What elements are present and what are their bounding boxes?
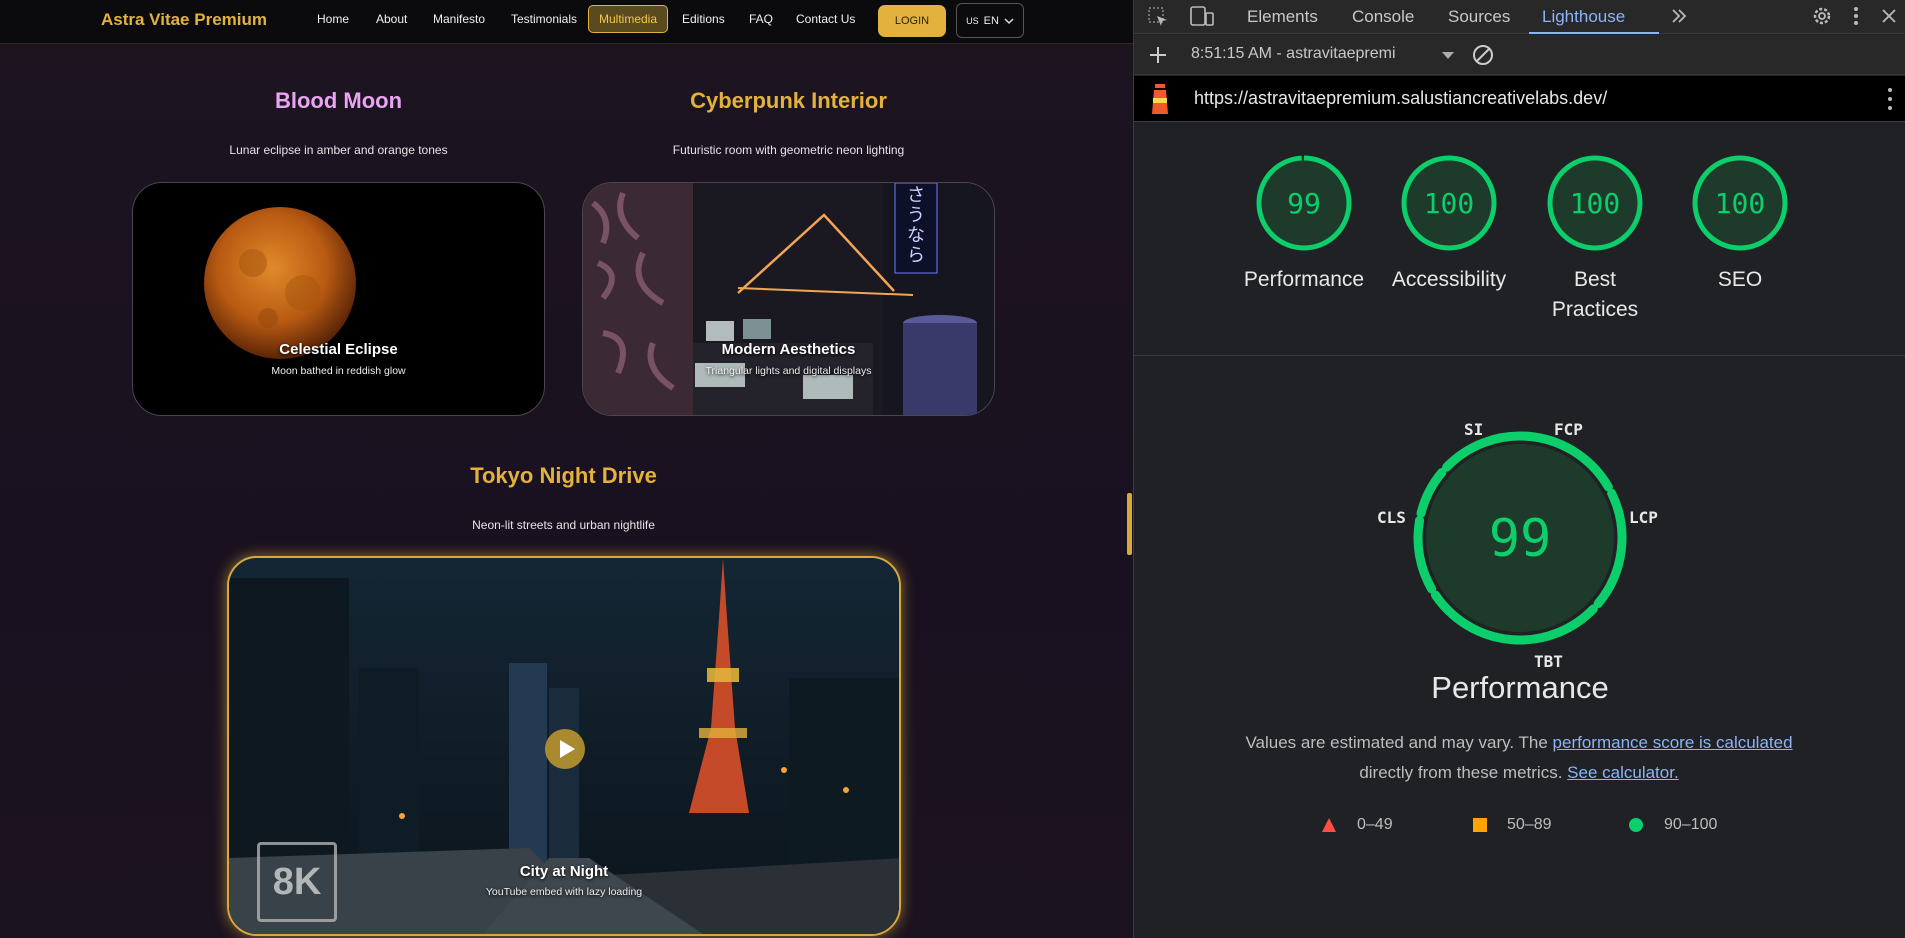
score-value: 100 [1570,187,1621,220]
note-text: Values are estimated and may vary. The [1245,733,1553,752]
performance-score-link[interactable]: performance score is calculated [1553,733,1793,752]
login-button[interactable]: LOGIN [878,5,946,37]
tab-console[interactable]: Console [1352,7,1414,27]
section-subtitle-blood-moon: Lunar eclipse in amber and orange tones [229,143,448,157]
score-value: 100 [1715,187,1766,220]
pass-circle-icon [1629,818,1643,832]
average-square-icon [1473,818,1487,832]
divider [1134,355,1905,356]
devtools-panel: Elements Console Sources Lighthouse 8:51… [1133,0,1905,938]
flag-icon: US [966,15,979,26]
performance-title: Performance [1431,670,1609,705]
legend-average: 50–89 [1507,816,1552,833]
report-url-bar: https://astravitaepremium.salustiancreat… [1134,76,1905,122]
cyberpunk-card[interactable]: さうなら Modern Aesthetics Triangular lights… [582,182,995,416]
note-text-2: directly from these metrics. [1359,763,1563,782]
audited-url[interactable]: https://astravitaepremium.salustiancreat… [1194,88,1607,109]
kebab-menu-icon[interactable] [1851,4,1861,28]
card-title: City at Night [519,863,609,880]
more-tabs-icon[interactable] [1669,6,1689,26]
nav-home[interactable]: Home [317,12,349,26]
cyberpunk-room-image: さうなら [583,183,994,415]
score-gauge-seo[interactable]: 100 [1690,153,1790,253]
score-label: Performance [1243,268,1365,291]
brand-logo[interactable]: Astra Vitae Premium [101,10,267,30]
score-note: Values are estimated and may vary. The p… [1194,728,1844,788]
lighthouse-toolbar: 8:51:15 AM - astravitaepremi [1134,35,1905,75]
score-label: Accessibility [1391,268,1507,291]
blood-moon-card[interactable]: Celestial Eclipse Moon bathed in reddish… [132,182,545,416]
play-button-icon[interactable] [544,728,586,770]
report-selector[interactable]: 8:51:15 AM - astravitaepremi [1191,45,1396,63]
score-value: 100 [1424,187,1475,220]
plus-icon[interactable] [1147,44,1169,66]
devtools-tab-bar: Elements Console Sources Lighthouse [1134,0,1905,34]
nav-about[interactable]: About [376,12,407,26]
tab-lighthouse[interactable]: Lighthouse [1542,7,1625,27]
url-menu-icon[interactable] [1886,84,1894,114]
settings-gear-icon[interactable] [1810,4,1834,28]
card-subtitle: Triangular lights and digital displays [705,365,872,377]
metric-tbt: TBT [1534,652,1563,671]
metric-cls: CLS [1377,508,1406,527]
section-title-cyberpunk: Cyberpunk Interior [690,88,887,113]
tab-sources[interactable]: Sources [1448,7,1510,27]
language-selector[interactable]: US EN [956,3,1024,38]
score-gauge-best-practices[interactable]: 100 [1545,153,1645,253]
metric-fcp: FCP [1554,420,1583,439]
nav-testimonials[interactable]: Testimonials [511,12,577,26]
score-value: 99 [1287,187,1321,220]
lighthouse-logo-icon [1152,84,1168,114]
8k-badge: 8K [257,842,337,922]
performance-score-value: 99 [1489,509,1552,569]
inspect-element-icon[interactable] [1146,5,1172,29]
performance-gauge: 99 [1413,431,1627,645]
score-gauge-performance[interactable]: 99 [1254,153,1354,253]
section-title-tokyo: Tokyo Night Drive [470,463,657,488]
fail-triangle-icon [1322,818,1336,832]
chevron-down-icon [1004,17,1014,24]
blood-moon-image [204,207,356,359]
close-icon[interactable] [1879,6,1899,26]
tab-elements[interactable]: Elements [1247,7,1318,27]
card-subtitle: YouTube embed with lazy loading [485,886,643,898]
dropdown-arrow-icon[interactable] [1441,51,1455,61]
nav-contact[interactable]: Contact Us [796,12,855,26]
section-title-blood-moon: Blood Moon [274,88,403,113]
legend-fail: 0–49 [1357,816,1393,833]
card-title: Celestial Eclipse [279,341,398,358]
clear-icon[interactable] [1471,43,1495,67]
section-subtitle-cyberpunk: Futuristic room with geometric neon ligh… [672,143,905,157]
nav-multimedia[interactable]: Multimedia [588,5,669,33]
top-navigation: Astra Vitae Premium Home About Manifesto… [0,0,1133,44]
score-gauge-accessibility[interactable]: 100 [1399,153,1499,253]
language-code: EN [983,14,999,27]
page-scrollbar[interactable] [1127,493,1132,555]
section-subtitle-tokyo: Neon-lit streets and urban nightlife [472,518,655,532]
website-viewport: Astra Vitae Premium Home About Manifesto… [0,0,1133,938]
metric-si: SI [1464,420,1484,439]
legend-pass: 90–100 [1664,816,1718,833]
nav-faq[interactable]: FAQ [749,12,773,26]
active-tab-indicator [1529,32,1659,34]
card-title: Modern Aesthetics [721,341,856,358]
neon-sign-text: さうなら [907,185,925,266]
device-toolbar-icon[interactable] [1188,5,1216,29]
see-calculator-link[interactable]: See calculator. [1567,763,1679,782]
tokyo-video-card[interactable]: 8K City at Night YouTube embed with lazy… [227,556,901,936]
nav-manifesto[interactable]: Manifesto [433,12,485,26]
metric-lcp: LCP [1629,508,1658,527]
card-subtitle: Moon bathed in reddish glow [271,365,406,377]
score-label: Best Practices [1551,268,1639,321]
nav-editions[interactable]: Editions [682,12,725,26]
score-label: SEO [1717,268,1763,291]
